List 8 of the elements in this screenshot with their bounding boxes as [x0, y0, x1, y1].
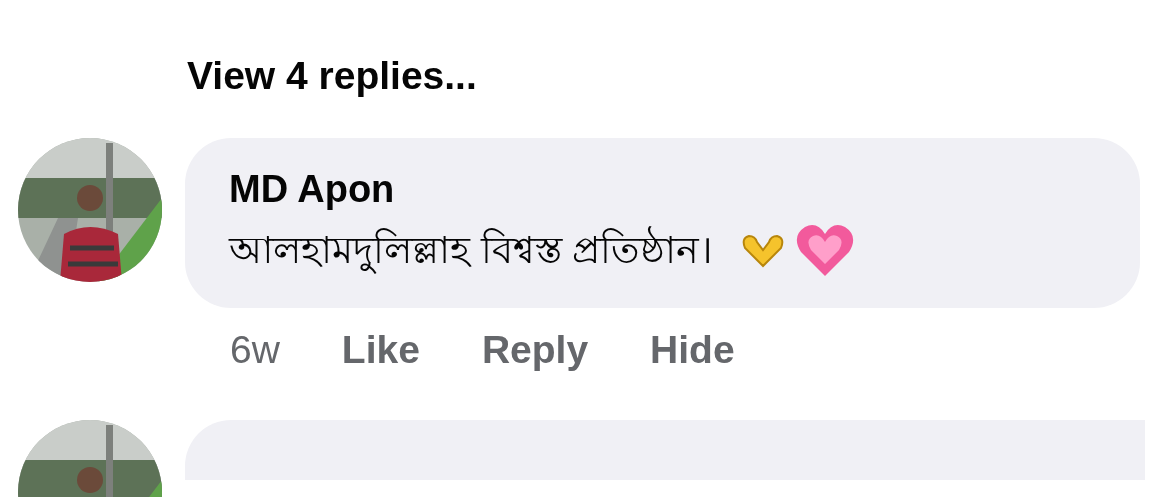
- author-name[interactable]: MD Apon: [229, 164, 1096, 214]
- comment-action[interactable]: Reply: [481, 328, 589, 372]
- comment-action[interactable]: Hide: [650, 328, 735, 372]
- heart-icon: [795, 222, 856, 278]
- view-replies-link[interactable]: View 4 replies...: [187, 48, 477, 104]
- timestamp: 6w: [230, 328, 280, 372]
- comment-text: আলহামদুলিল্লাহ বিশ্বস্ত প্রতিষ্ঠান।: [229, 220, 714, 280]
- comment-action[interactable]: Like: [341, 328, 420, 372]
